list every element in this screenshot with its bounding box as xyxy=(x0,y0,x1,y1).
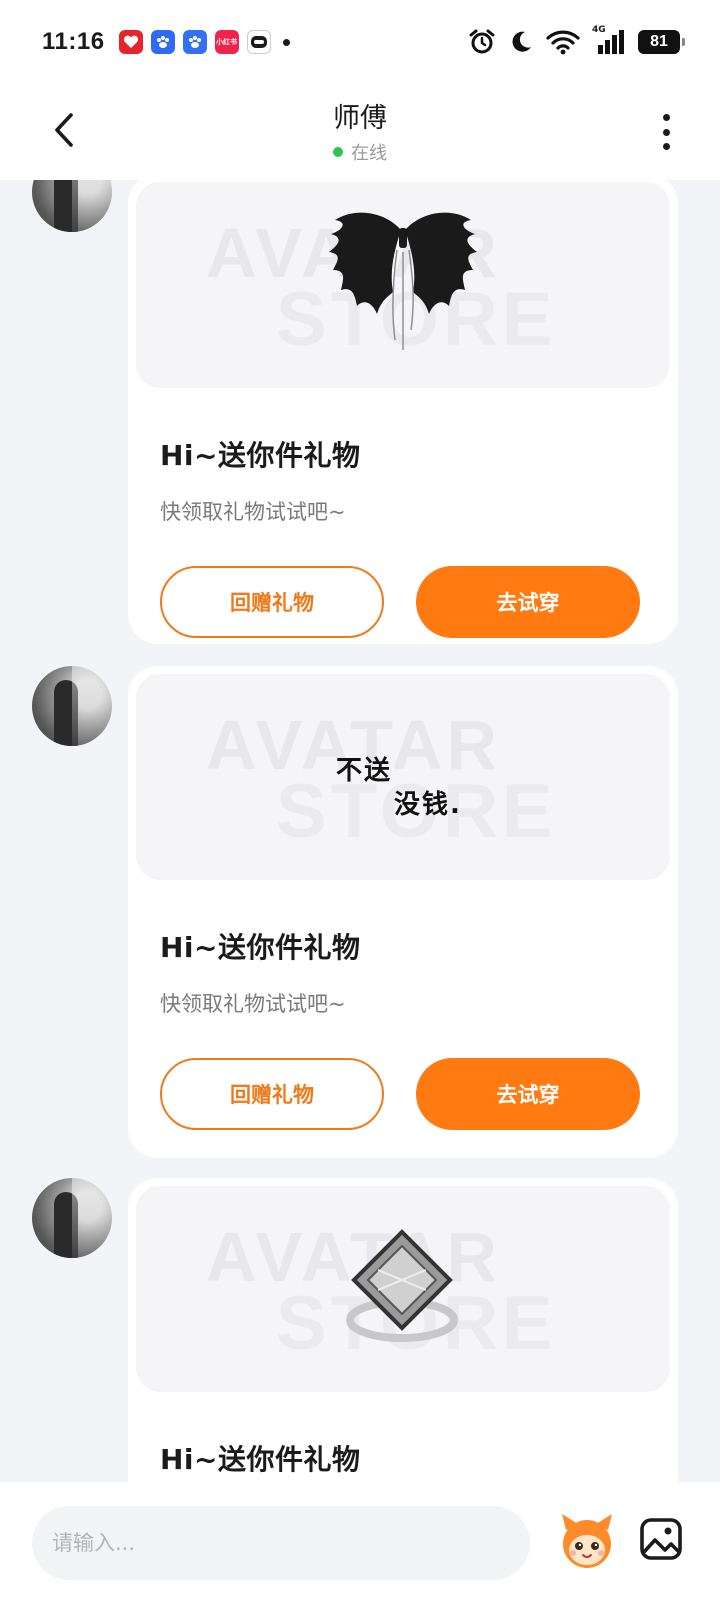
return-gift-button[interactable]: 回赠礼物 xyxy=(160,566,384,638)
image-picker-button[interactable] xyxy=(638,1516,684,1562)
status-bar: 11:16 小红书 4G 81 xyxy=(0,0,720,84)
gift-card-subtitle: 快领取礼物试试吧~ xyxy=(160,992,346,1016)
sender-avatar[interactable] xyxy=(32,666,112,746)
gift-image: AVATAR STORE xyxy=(136,1186,670,1392)
gift-image: AVATAR STORE xyxy=(136,182,670,388)
crystal-ring-image xyxy=(346,1229,458,1342)
gift-card: AVATAR STORE Hi~送你件礼物 快领取礼物试试吧~ xyxy=(128,180,678,644)
more-dots-icon xyxy=(662,114,670,121)
online-status: 在线 xyxy=(0,139,720,165)
chat-title-block: 师傅 在线 xyxy=(0,96,720,165)
more-dots-icon-dot xyxy=(662,143,670,150)
baidu-icon xyxy=(182,30,207,54)
try-on-button[interactable]: 去试穿 xyxy=(416,566,640,638)
moon-icon xyxy=(512,31,531,52)
gift-image: AVATAR STORE 不送 没钱. xyxy=(136,674,670,880)
online-status-label: 在线 xyxy=(351,143,387,164)
message-composer xyxy=(0,1482,720,1604)
sender-avatar[interactable] xyxy=(32,180,112,232)
alarm-icon xyxy=(469,29,495,54)
contact-name: 师傅 xyxy=(333,103,387,134)
message-list[interactable]: AVATAR STORE Hi~送你件礼物 快领取礼物试试吧~ xyxy=(0,180,720,1482)
more-dots-icon-dot xyxy=(662,128,670,136)
app-notification-icon xyxy=(118,30,143,54)
gift-card-title: Hi~送你件礼物 xyxy=(160,439,361,472)
mascot-icon xyxy=(562,1514,612,1568)
avatar-mascot-button[interactable] xyxy=(556,1510,618,1572)
baidu-netdisk-icon xyxy=(150,30,175,54)
gift-card: AVATAR STORE 不送 没钱. Hi~送你件礼物 快领取礼物试试吧~ 回… xyxy=(128,666,678,1158)
battery-indicator: 81 xyxy=(638,30,685,54)
message-input[interactable] xyxy=(32,1506,530,1580)
notification-app-icons: 小红书 xyxy=(118,30,271,54)
status-icons: 4G 81 xyxy=(468,25,685,56)
gift-card-title: Hi~送你件礼物 xyxy=(160,1443,361,1476)
return-gift-button[interactable]: 回赠礼物 xyxy=(160,1058,384,1130)
image-icon xyxy=(640,1518,682,1560)
status-time: 11:16 xyxy=(42,28,105,55)
more-options-button[interactable] xyxy=(654,110,678,154)
more-notifications-dot xyxy=(282,38,290,46)
wifi-icon xyxy=(546,30,580,55)
chat-screen: 11:16 小红书 4G 81 师傅 在线 STORE Hi~送你件礼物 快领取… xyxy=(0,0,720,1604)
online-dot xyxy=(333,147,343,157)
gift-card-actions: 回赠礼物 去试穿 xyxy=(160,566,678,638)
sticker-text-line2: 没钱. xyxy=(394,790,462,820)
sender-avatar[interactable] xyxy=(32,1178,112,1258)
cellular-signal-icon: 4G xyxy=(592,25,626,55)
sticker-text-line1: 不送 xyxy=(336,756,393,786)
xiaohongshu-icon: 小红书 xyxy=(214,30,239,54)
gift-card-actions: 回赠礼物 去试穿 xyxy=(160,1058,678,1130)
try-on-button[interactable]: 去试穿 xyxy=(416,1058,640,1130)
app-notification-icon xyxy=(246,30,271,54)
gift-card: AVATAR STORE Hi~送你件礼物 xyxy=(128,1178,678,1482)
gift-card-subtitle: 快领取礼物试试吧~ xyxy=(160,500,346,524)
chat-header: 师傅 在线 xyxy=(0,84,720,180)
gift-card-title: Hi~送你件礼物 xyxy=(160,931,361,964)
black-wings-image xyxy=(329,212,477,350)
